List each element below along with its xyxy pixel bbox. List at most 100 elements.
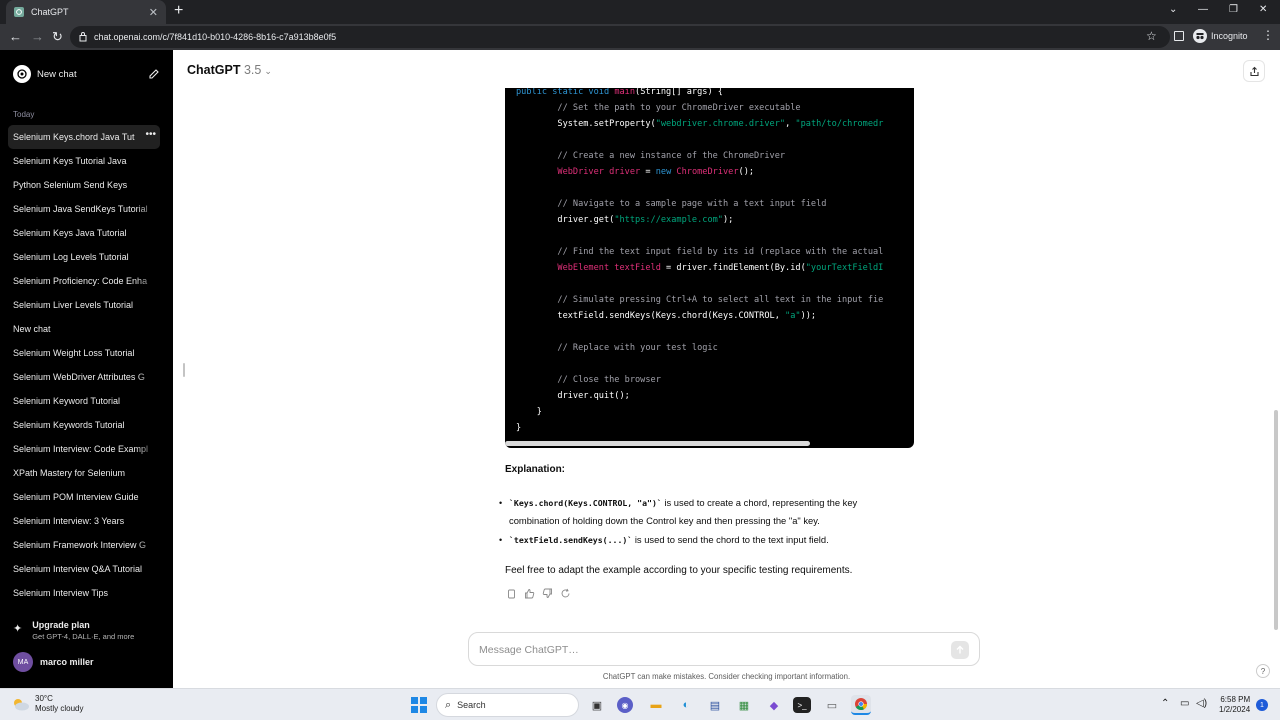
bookmark-star-icon[interactable]: ☆	[1146, 29, 1157, 43]
chrome-icon[interactable]	[851, 695, 871, 715]
history-item[interactable]: Selenium Interview: Code Exampl	[8, 437, 160, 461]
forward-arrow-icon[interactable]: →	[31, 29, 44, 45]
task-view-icon[interactable]: ▣	[587, 695, 607, 715]
chat-app-icon[interactable]: ◉	[617, 697, 633, 713]
code-token: ();	[738, 167, 755, 177]
new-chat-button[interactable]: New chat	[8, 60, 160, 88]
store-icon[interactable]: ▤	[705, 695, 725, 715]
history-item[interactable]: Selenium WebDriver Attributes G	[8, 365, 160, 389]
vscode-icon[interactable]: ◆	[764, 695, 784, 715]
user-menu[interactable]: MA marco miller	[13, 652, 94, 672]
history-item[interactable]: Selenium Keywords Tutorial	[8, 413, 160, 437]
user-name: marco miller	[40, 657, 94, 667]
list-item: • `textField.sendKeys(...)` is used to s…	[499, 531, 919, 549]
bullet-text: is used to send the chord to the text in…	[632, 534, 829, 545]
file-explorer-icon[interactable]: ▬	[646, 695, 666, 715]
history-item[interactable]: Selenium Keys.chord Java Tut •••	[8, 125, 160, 149]
regenerate-icon[interactable]	[560, 586, 572, 598]
site-info-icon[interactable]	[79, 31, 87, 42]
new-tab-button[interactable]: +	[174, 3, 183, 19]
history-item[interactable]: Selenium Interview Q&A Tutorial	[8, 557, 160, 581]
system-clock[interactable]: 6:58 PM 1/2/2024	[1219, 695, 1250, 715]
volume-icon[interactable]: ◁)	[1196, 698, 1207, 709]
history-item[interactable]: Selenium Keys Java Tutorial	[8, 221, 160, 245]
model-selector[interactable]: ChatGPT 3.5 ⌄	[187, 63, 272, 77]
compose-icon[interactable]	[148, 68, 160, 80]
history-item[interactable]: Selenium Keyword Tutorial	[8, 389, 160, 413]
history-item[interactable]: Selenium Framework Interview G	[8, 533, 160, 557]
help-button[interactable]: ?	[1256, 664, 1270, 678]
history-item[interactable]: Selenium Log Levels Tutorial	[8, 245, 160, 269]
history-item[interactable]: Python Selenium Send Keys	[8, 173, 160, 197]
history-item-label: Selenium Keyword Tutorial	[13, 396, 121, 406]
taskbar-search[interactable]: ⌕ Search	[436, 693, 579, 717]
message-actions	[506, 586, 572, 599]
text-fade	[136, 533, 160, 557]
reload-icon[interactable]: ↻	[52, 29, 63, 45]
sidebar-toggle-handle[interactable]	[183, 363, 185, 377]
code-line: // Close the browser	[516, 372, 883, 388]
omnibox[interactable]: chat.openai.com/c/7f841d10-b010-4286-8b1…	[70, 26, 1170, 48]
history-item[interactable]: Selenium Java SendKeys Tutorial	[8, 197, 160, 221]
page-scrollbar[interactable]	[1274, 410, 1278, 630]
history-item[interactable]: New chat	[8, 317, 160, 341]
side-panel-icon[interactable]	[1174, 31, 1184, 41]
history-item[interactable]: Selenium Weight Loss Tutorial	[8, 341, 160, 365]
thumbs-down-icon[interactable]	[542, 586, 554, 598]
code-token: =	[640, 167, 656, 177]
history-item[interactable]: XPath Mastery for Selenium	[8, 461, 160, 485]
weather-temperature: 30°C	[35, 694, 53, 703]
tab-search-icon[interactable]: ⌄	[1169, 4, 1177, 15]
network-icon[interactable]: ▭	[1180, 698, 1189, 709]
code-token: }	[516, 423, 522, 433]
incognito-label: Incognito	[1211, 31, 1248, 41]
history-item[interactable]: Selenium Proficiency: Code Enha	[8, 269, 160, 293]
code-horizontal-scrollbar[interactable]	[505, 441, 810, 446]
history-section-label: Today	[13, 110, 35, 119]
code-token: System.setProperty(	[516, 119, 656, 129]
code-token: // Set the path to your ChromeDriver exe…	[516, 103, 801, 113]
remote-desktop-icon[interactable]: ▭	[822, 695, 842, 715]
code-token: ChromeDriver	[676, 167, 739, 177]
inline-code: `textField.sendKeys(...)`	[509, 535, 633, 545]
history-item[interactable]: Selenium Keys Tutorial Java	[8, 149, 160, 173]
copy-icon[interactable]	[506, 586, 518, 599]
incognito-indicator[interactable]: Incognito	[1193, 29, 1248, 43]
back-arrow-icon[interactable]: ←	[9, 29, 22, 45]
thumbs-up-icon[interactable]	[524, 586, 536, 599]
edge-browser-icon[interactable]: ◐	[676, 695, 696, 715]
code-line: driver.quit();	[516, 388, 883, 404]
history-item-label: Selenium Keys Java Tutorial	[13, 228, 127, 238]
notification-badge[interactable]: 1	[1256, 699, 1268, 711]
history-item-label: Selenium Interview Tips	[13, 588, 109, 598]
list-item: • `Keys.chord(Keys.CONTROL, "a")` is use…	[499, 494, 919, 530]
minimize-button[interactable]: —	[1198, 4, 1208, 15]
history-item[interactable]: Selenium Liver Levels Tutorial	[8, 293, 160, 317]
windows-start-icon[interactable]	[411, 697, 427, 713]
chevron-down-icon: ⌄	[264, 66, 272, 76]
tab-close-icon[interactable]: ✕	[149, 6, 158, 19]
browser-menu-icon[interactable]: ⋮	[1262, 28, 1274, 42]
more-options-icon[interactable]: •••	[141, 129, 156, 140]
upgrade-plan-button[interactable]: ✦ Upgrade plan Get GPT-4, DALL·E, and mo…	[13, 620, 134, 641]
terminal-icon[interactable]: >_	[793, 697, 811, 713]
chevron-up-icon[interactable]: ⌃	[1161, 698, 1169, 709]
share-button[interactable]	[1243, 60, 1265, 82]
windows-taskbar: 30°C Mostly cloudy ⌕ Search ▣ ◉ ▬ ◐ ▤ ▦ …	[0, 688, 1280, 720]
excel-icon[interactable]: ▦	[734, 695, 754, 715]
restore-button[interactable]: ❐	[1229, 4, 1238, 15]
close-window-button[interactable]: ✕	[1259, 4, 1267, 15]
send-button[interactable]	[951, 641, 969, 659]
weather-widget[interactable]: 30°C Mostly cloudy	[12, 694, 83, 714]
history-item-label: Selenium Keys.chord Java Tut	[13, 132, 135, 142]
address-bar-row: ← → ↻ chat.openai.com/c/7f841d10-b010-42…	[0, 24, 1280, 50]
history-item[interactable]: Selenium POM Interview Guide	[8, 485, 160, 509]
code-token: WebDriver driver	[516, 167, 641, 177]
browser-tab[interactable]: ChatGPT ✕	[6, 0, 166, 24]
message-input[interactable]	[479, 641, 939, 659]
history-item-label: Selenium POM Interview Guide	[13, 492, 139, 502]
history-item[interactable]: Selenium Interview Tips	[8, 581, 160, 605]
explanation-heading: Explanation:	[505, 464, 566, 475]
history-item[interactable]: Selenium Interview: 3 Years	[8, 509, 160, 533]
upgrade-title: Upgrade plan	[32, 620, 90, 630]
